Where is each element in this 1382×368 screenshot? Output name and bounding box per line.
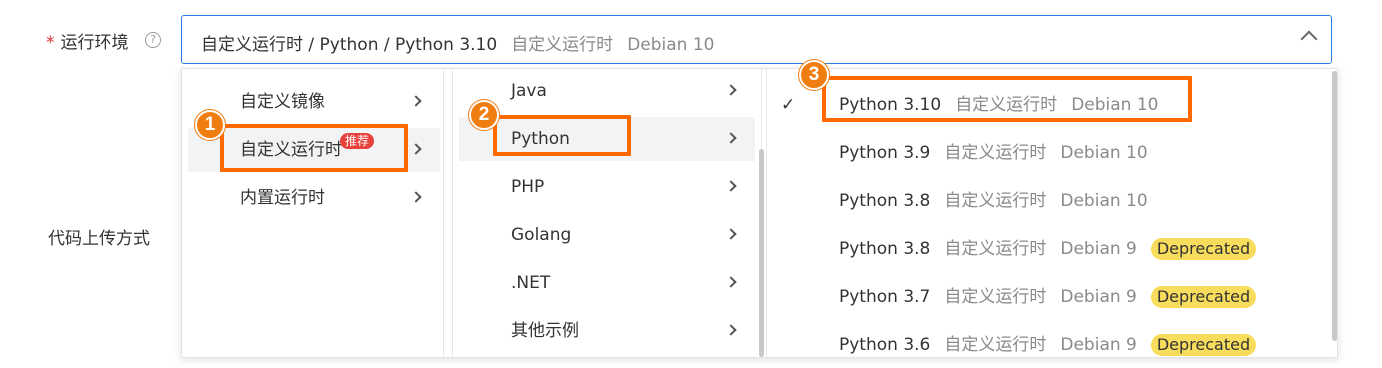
cascader-column-category: 自定义镜像 自定义运行时 推荐 内置运行时 xyxy=(182,69,444,357)
option-label: 自定义镜像 xyxy=(240,92,325,112)
version-os: Debian 10 xyxy=(1060,143,1148,163)
version-text: Python 3.10 自定义运行时 Debian 10 xyxy=(839,83,1158,127)
version-os: Debian 9 xyxy=(1060,335,1137,355)
chevron-right-icon xyxy=(725,324,737,336)
runtime-cascader-dropdown: 自定义镜像 自定义运行时 推荐 内置运行时 Java Python PHP Gol… xyxy=(181,68,1338,358)
option-label: 自定义运行时 xyxy=(240,140,342,160)
select-value: 自定义运行时 / Python / Python 3.10 自定义运行时 Debia… xyxy=(201,30,714,55)
chevron-right-icon xyxy=(725,180,737,192)
chevron-right-icon xyxy=(725,276,737,288)
version-text: Python 3.6 自定义运行时 Debian 9 Deprecated xyxy=(839,323,1257,357)
runtime-select[interactable]: 自定义运行时 / Python / Python 3.10 自定义运行时 Debia… xyxy=(181,15,1332,64)
version-option-python-3-7[interactable]: Python 3.7 自定义运行时 Debian 9 Deprecated xyxy=(767,275,1327,319)
step-marker-3: 3 xyxy=(799,60,829,90)
version-runtime: 自定义运行时 xyxy=(944,143,1047,163)
version-text: Python 3.8 自定义运行时 Debian 10 xyxy=(839,179,1148,223)
select-value-os: Debian 10 xyxy=(627,35,715,55)
version-text: Python 3.8 自定义运行时 Debian 9 Deprecated xyxy=(839,227,1257,271)
cascader-option-builtin-runtime[interactable]: 内置运行时 xyxy=(188,176,440,220)
version-option-python-3-10[interactable]: ✓ Python 3.10 自定义运行时 Debian 10 xyxy=(767,83,1327,127)
code-upload-method-label: 代码上传方式 xyxy=(48,229,150,249)
version-name: Python 3.9 xyxy=(839,143,931,163)
required-mark: * xyxy=(46,33,55,53)
chevron-right-icon xyxy=(410,143,422,155)
version-text: Python 3.7 自定义运行时 Debian 9 Deprecated xyxy=(839,275,1257,319)
version-name: Python 3.8 xyxy=(839,191,931,211)
version-name: Python 3.6 xyxy=(839,335,931,355)
option-label: 内置运行时 xyxy=(240,188,325,208)
option-label: Python xyxy=(511,129,570,149)
help-circle-icon[interactable]: ? xyxy=(145,32,161,48)
runtime-environment-label: * 运行环境 xyxy=(46,28,129,53)
chevron-right-icon xyxy=(410,191,422,203)
deprecated-badge: Deprecated xyxy=(1150,334,1257,356)
option-label: 其他示例 xyxy=(511,321,579,341)
step-marker-2: 2 xyxy=(469,100,499,130)
cascader-option-python[interactable]: Python xyxy=(459,117,755,161)
version-option-python-3-9[interactable]: Python 3.9 自定义运行时 Debian 10 xyxy=(767,131,1327,175)
check-icon: ✓ xyxy=(781,95,796,115)
cascader-option-java[interactable]: Java xyxy=(459,69,755,113)
version-runtime: 自定义运行时 xyxy=(944,287,1047,307)
version-os: Debian 10 xyxy=(1071,95,1159,115)
runtime-label-text: 运行环境 xyxy=(60,33,129,53)
chevron-right-icon xyxy=(725,228,737,240)
version-option-python-3-8-debian10[interactable]: Python 3.8 自定义运行时 Debian 10 xyxy=(767,179,1327,223)
select-value-main: 自定义运行时 / Python / Python 3.10 xyxy=(201,35,498,55)
version-os: Debian 10 xyxy=(1060,191,1148,211)
recommend-badge: 推荐 xyxy=(340,133,375,149)
chevron-right-icon xyxy=(725,84,737,96)
version-runtime: 自定义运行时 xyxy=(955,95,1058,115)
cascader-option-custom-image[interactable]: 自定义镜像 xyxy=(188,80,440,124)
cascader-option-dotnet[interactable]: .NET xyxy=(459,261,755,305)
chevron-right-icon xyxy=(725,132,737,144)
cascader-option-custom-runtime[interactable]: 自定义运行时 推荐 xyxy=(188,128,440,172)
language-column-scrollbar[interactable] xyxy=(759,149,764,357)
version-option-python-3-6[interactable]: Python 3.6 自定义运行时 Debian 9 Deprecated xyxy=(767,323,1327,357)
option-label: Java xyxy=(511,81,547,101)
cascader-column-version: ✓ Python 3.10 自定义运行时 Debian 10 Python 3.9 自… xyxy=(766,69,1337,357)
version-option-python-3-8-debian9[interactable]: Python 3.8 自定义运行时 Debian 9 Deprecated xyxy=(767,227,1327,271)
version-os: Debian 9 xyxy=(1060,239,1137,259)
select-value-runtime: 自定义运行时 xyxy=(511,35,614,55)
version-text: Python 3.9 自定义运行时 Debian 10 xyxy=(839,131,1148,175)
step-marker-1: 1 xyxy=(195,110,225,140)
version-runtime: 自定义运行时 xyxy=(944,239,1047,259)
version-runtime: 自定义运行时 xyxy=(944,191,1047,211)
version-name: Python 3.10 xyxy=(839,95,942,115)
cascader-option-other-examples[interactable]: 其他示例 xyxy=(459,309,755,353)
version-name: Python 3.7 xyxy=(839,287,931,307)
deprecated-badge: Deprecated xyxy=(1150,286,1257,308)
chevron-right-icon xyxy=(410,95,422,107)
version-os: Debian 9 xyxy=(1060,287,1137,307)
option-label: Golang xyxy=(511,225,572,245)
version-column-scrollbar[interactable] xyxy=(1332,71,1337,341)
deprecated-badge: Deprecated xyxy=(1150,238,1257,260)
version-name: Python 3.8 xyxy=(839,239,931,259)
chevron-up-icon[interactable] xyxy=(1300,30,1318,48)
cascader-option-php[interactable]: PHP xyxy=(459,165,755,209)
option-label: PHP xyxy=(511,177,545,197)
option-label: .NET xyxy=(511,273,551,293)
version-runtime: 自定义运行时 xyxy=(944,335,1047,355)
cascader-option-golang[interactable]: Golang xyxy=(459,213,755,257)
